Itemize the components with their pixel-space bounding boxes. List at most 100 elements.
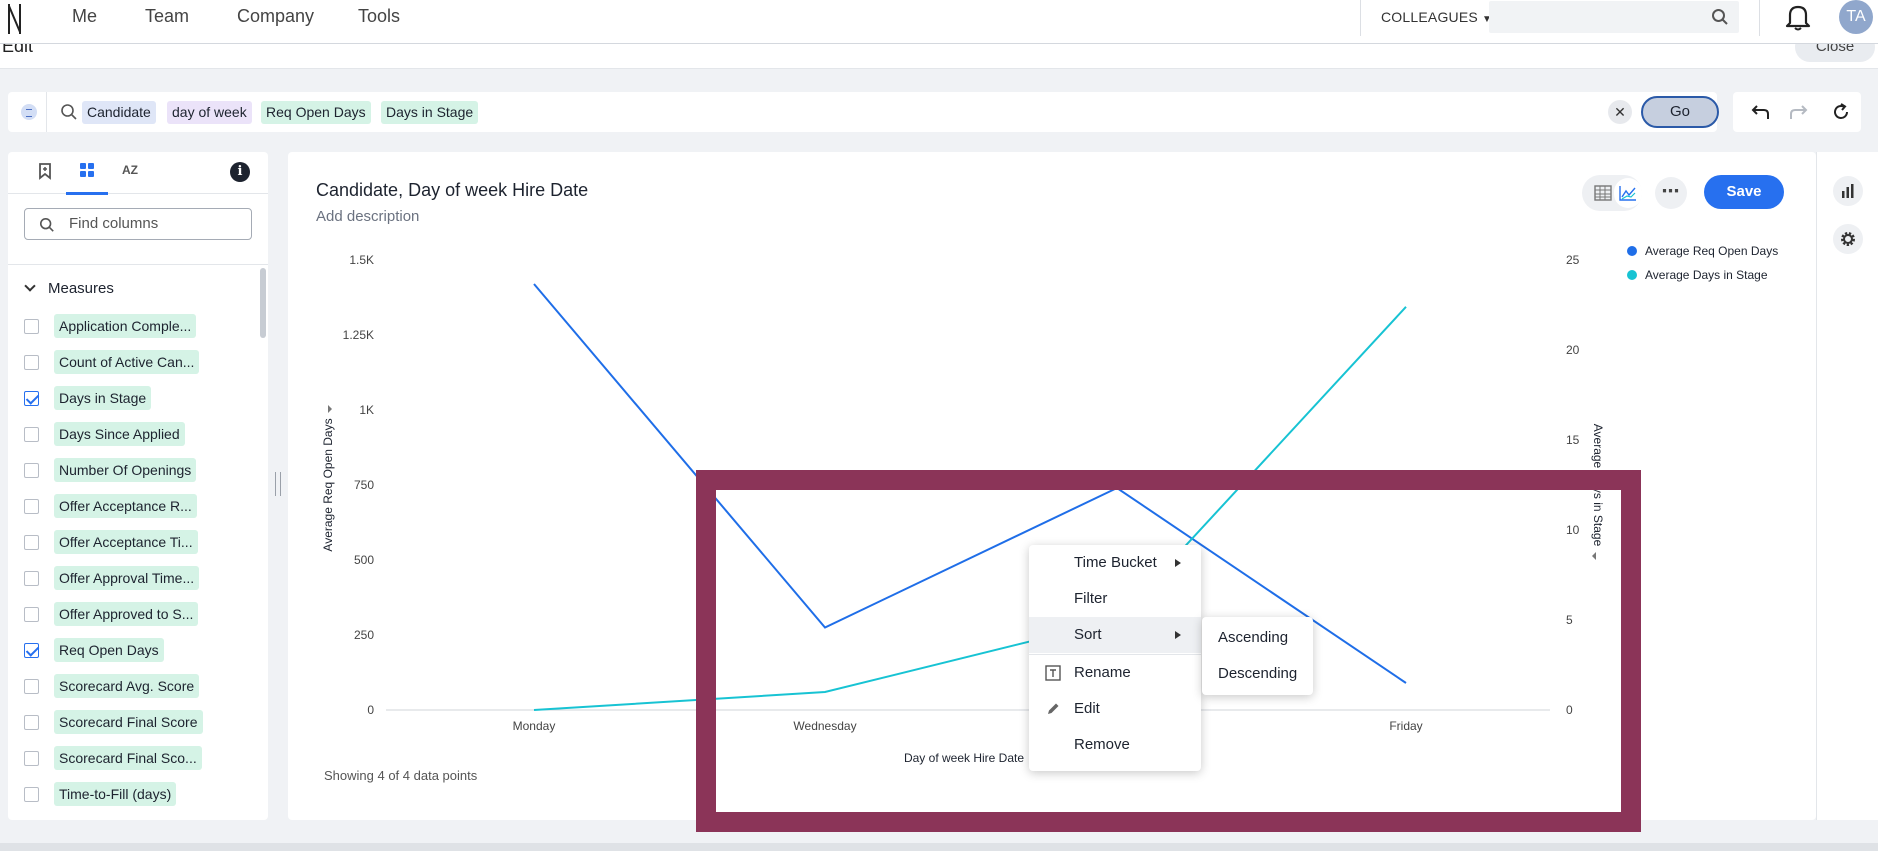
column-checkbox[interactable] (24, 607, 39, 622)
grid-icon[interactable] (79, 162, 95, 178)
column-checkbox[interactable] (24, 391, 39, 406)
sort-submenu: Ascending Descending (1202, 617, 1313, 695)
page-title: Edit (2, 44, 34, 56)
gear-icon (1841, 232, 1855, 246)
settings-button[interactable] (1833, 224, 1863, 254)
top-nav: Me Team Company Tools COLLEAGUES ▼ TA (0, 0, 1878, 44)
search-token-days-in-stage[interactable]: Days in Stage (381, 101, 479, 124)
panel-tabs: AZ i (8, 152, 268, 195)
legend-label: Average Req Open Days (1645, 244, 1778, 258)
menu-item-sort[interactable]: Sort (1029, 617, 1201, 653)
column-item[interactable]: Days Since Applied (24, 419, 254, 449)
measures-section-header[interactable]: Measures (24, 280, 114, 297)
column-item[interactable]: Number Of Openings (24, 455, 254, 485)
column-label: Offer Approval Time... (54, 566, 200, 590)
notification-bell-icon[interactable] (1784, 2, 1812, 32)
search-token-candidate[interactable]: Candidate (82, 101, 156, 124)
column-checkbox[interactable] (24, 355, 39, 370)
search-token-day-of-week[interactable]: day of week (167, 101, 252, 124)
go-button[interactable]: Go (1641, 96, 1719, 128)
undo-icon[interactable] (1751, 103, 1771, 121)
search-icon (1712, 9, 1728, 25)
user-avatar[interactable]: TA (1839, 0, 1873, 34)
column-label: Application Comple... (54, 314, 197, 338)
column-label: Scorecard Final Score (54, 710, 203, 734)
column-checkbox[interactable] (24, 499, 39, 514)
column-item[interactable]: Offer Approval Time... (24, 563, 254, 593)
bookmark-icon[interactable] (38, 162, 52, 180)
column-item[interactable]: Offer Acceptance Ti... (24, 527, 254, 557)
search-token-req-open-days[interactable]: Req Open Days (261, 101, 371, 124)
chevron-right-icon (1175, 631, 1181, 639)
close-button[interactable]: Close (1795, 44, 1875, 62)
y-tick-label: 500 (354, 553, 374, 567)
menu-item-edit[interactable]: Edit (1029, 691, 1201, 727)
y-tick-label: 750 (354, 478, 374, 492)
info-icon[interactable]: i (230, 162, 250, 182)
menu-item-descending[interactable]: Descending (1202, 656, 1313, 692)
column-checkbox[interactable] (24, 643, 39, 658)
column-label: Count of Active Can... (54, 350, 200, 374)
axis-sort-caret-icon (328, 405, 332, 413)
column-checkbox[interactable] (24, 427, 39, 442)
reset-icon[interactable] (1831, 102, 1851, 122)
y-tick-label: 0 (367, 703, 374, 717)
find-columns-input[interactable]: Find columns (24, 208, 252, 240)
column-label: Req Open Days (54, 638, 164, 662)
column-label: Days in Stage (54, 386, 152, 410)
menu-item-ascending[interactable]: Ascending (1202, 620, 1313, 656)
column-item[interactable]: Days in Stage (24, 383, 254, 413)
panel-divider (8, 264, 268, 265)
column-checkbox[interactable] (24, 787, 39, 802)
y-tick-label: 1.25K (343, 328, 374, 342)
chart-config-button[interactable] (1833, 176, 1863, 206)
column-checkbox[interactable] (24, 679, 39, 694)
clear-search-button[interactable]: ✕ (1608, 100, 1632, 124)
column-checkbox[interactable] (24, 535, 39, 550)
column-item[interactable]: Offer Approved to S... (24, 599, 254, 629)
column-checkbox[interactable] (24, 715, 39, 730)
global-search-input[interactable] (1489, 1, 1739, 33)
app-logo[interactable] (4, 2, 26, 36)
menu-item-remove[interactable]: Remove (1029, 727, 1201, 763)
column-item[interactable]: Application Comple... (24, 311, 254, 341)
column-item[interactable]: Scorecard Final Sco... (24, 743, 254, 773)
colleagues-dropdown[interactable]: COLLEAGUES ▼ (1381, 9, 1492, 25)
y2-tick-label: 25 (1566, 253, 1580, 267)
search-bar: Candidate day of week Req Open Days Days… (8, 92, 1719, 132)
column-checkbox[interactable] (24, 751, 39, 766)
panel-scrollbar[interactable] (260, 268, 266, 338)
menu-item-filter[interactable]: Filter (1029, 581, 1201, 617)
legend-swatch (1627, 246, 1637, 256)
column-item[interactable]: Time-to-Fill (days) (24, 779, 254, 809)
nav-tools[interactable]: Tools (358, 6, 400, 27)
redo-icon[interactable] (1788, 103, 1808, 121)
rename-icon (1045, 665, 1061, 681)
column-label: Number Of Openings (54, 458, 197, 482)
panel-resize-handle[interactable] (275, 472, 281, 496)
nav-team[interactable]: Team (145, 6, 189, 27)
right-rail (1816, 152, 1878, 820)
menu-item-time-bucket[interactable]: Time Bucket (1029, 545, 1201, 581)
column-item[interactable]: Offer Acceptance R... (24, 491, 254, 521)
column-checkbox[interactable] (24, 463, 39, 478)
axis-context-menu: Time Bucket Filter Sort Rename Edit Remo… (1029, 545, 1201, 771)
legend-swatch (1627, 270, 1637, 280)
column-label: Time-to-Fill (days) (54, 782, 177, 806)
search-icon (61, 104, 77, 120)
column-item[interactable]: Count of Active Can... (24, 347, 254, 377)
menu-item-rename[interactable]: Rename (1029, 655, 1201, 691)
column-checkbox[interactable] (24, 571, 39, 586)
column-label: Scorecard Final Sco... (54, 746, 202, 770)
search-menu-icon[interactable] (21, 104, 37, 120)
active-tab-indicator (66, 192, 108, 195)
nav-company[interactable]: Company (237, 6, 314, 27)
bar-chart-icon (1842, 184, 1854, 198)
column-item[interactable]: Scorecard Final Score (24, 707, 254, 737)
column-label: Days Since Applied (54, 422, 185, 446)
column-item[interactable]: Req Open Days (24, 635, 254, 665)
column-item[interactable]: Scorecard Avg. Score (24, 671, 254, 701)
column-checkbox[interactable] (24, 319, 39, 334)
nav-me[interactable]: Me (72, 6, 97, 27)
sort-az-icon[interactable]: AZ (122, 163, 138, 177)
